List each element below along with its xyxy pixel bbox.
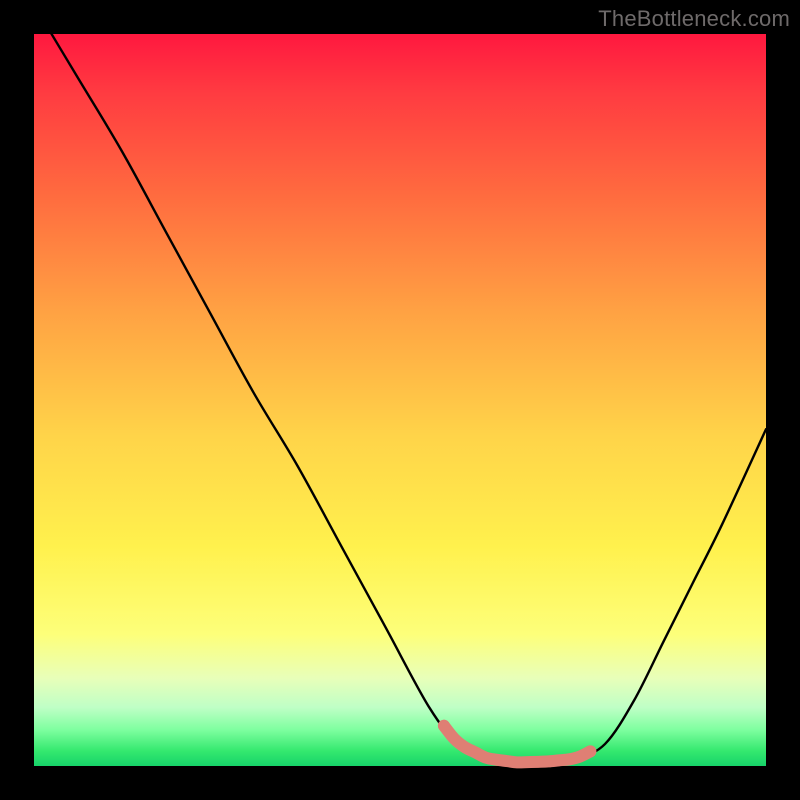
highlight-dot-left bbox=[438, 720, 450, 732]
bottleneck-curve bbox=[34, 5, 766, 763]
plot-area bbox=[34, 34, 766, 766]
chart-container: TheBottleneck.com bbox=[0, 0, 800, 800]
highlight-segment bbox=[444, 726, 590, 763]
chart-svg bbox=[34, 34, 766, 766]
highlight-dot-right bbox=[584, 745, 596, 757]
watermark-text: TheBottleneck.com bbox=[598, 6, 790, 32]
